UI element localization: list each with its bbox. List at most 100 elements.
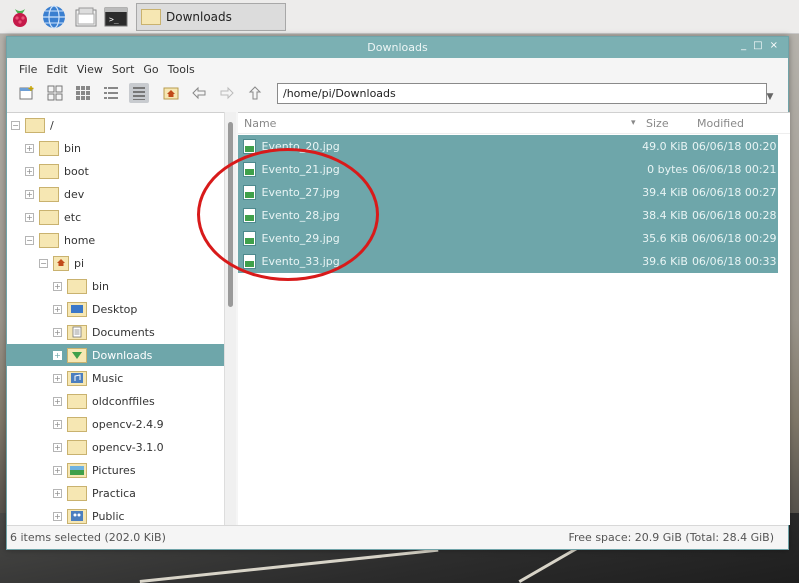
window-titlebar[interactable]: Downloads _ □ × bbox=[7, 37, 788, 58]
tree-item-opencv-249[interactable]: + opencv-2.4.9 bbox=[53, 413, 164, 435]
folder-icon bbox=[39, 232, 59, 248]
folder-icon[interactable] bbox=[74, 5, 98, 29]
menu-go[interactable]: Go bbox=[143, 63, 158, 76]
column-size[interactable]: Size bbox=[646, 117, 669, 130]
maximize-button[interactable]: □ bbox=[753, 40, 762, 51]
downloads-folder-icon bbox=[67, 347, 87, 363]
file-name: Evento_20.jpg bbox=[261, 140, 340, 153]
expand-icon[interactable]: + bbox=[25, 189, 34, 199]
up-button[interactable] bbox=[245, 83, 265, 103]
tree-item-home[interactable]: − home bbox=[25, 229, 95, 251]
tree-item-dev[interactable]: + dev bbox=[25, 183, 84, 205]
tree-item-downloads[interactable]: + Downloads bbox=[7, 344, 224, 366]
expand-icon[interactable]: + bbox=[53, 396, 62, 406]
menu-edit[interactable]: Edit bbox=[46, 63, 67, 76]
folder-icon bbox=[39, 163, 59, 179]
taskbar-task-downloads[interactable]: Downloads bbox=[136, 3, 286, 31]
file-list: Name ▾ Size Modified Evento_20.jpg 49.0 … bbox=[238, 112, 790, 525]
tree-item-documents[interactable]: + Documents bbox=[53, 321, 155, 343]
tree-item-root[interactable]: − / bbox=[11, 114, 54, 136]
menu-view[interactable]: View bbox=[77, 63, 103, 76]
file-row[interactable]: Evento_20.jpg 49.0 KiB 06/06/18 00:20 bbox=[238, 135, 778, 158]
chevron-down-icon[interactable]: ▼ bbox=[762, 89, 778, 105]
folder-icon bbox=[39, 186, 59, 202]
home-button[interactable] bbox=[161, 83, 181, 103]
tree-item-opencv-310[interactable]: + opencv-3.1.0 bbox=[53, 436, 164, 458]
sort-arrow-icon[interactable]: ▾ bbox=[631, 118, 636, 128]
column-name[interactable]: Name bbox=[244, 117, 276, 130]
menu-file[interactable]: File bbox=[19, 63, 37, 76]
path-input[interactable]: /home/pi/Downloads bbox=[277, 82, 767, 104]
compact-view-button[interactable] bbox=[101, 83, 121, 103]
expand-icon[interactable]: + bbox=[53, 442, 62, 452]
tree-scrollbar-thumb[interactable] bbox=[228, 122, 233, 307]
terminal-icon[interactable]: >_ bbox=[104, 5, 128, 29]
file-modified: 06/06/18 00:21 bbox=[691, 163, 777, 176]
folder-icon bbox=[25, 117, 45, 133]
folder-icon bbox=[141, 9, 161, 25]
menu-sort[interactable]: Sort bbox=[112, 63, 135, 76]
window-title: Downloads bbox=[367, 41, 428, 54]
expand-icon[interactable]: + bbox=[53, 304, 62, 314]
column-header-row: Name ▾ Size Modified bbox=[238, 113, 790, 134]
tree-item-pictures[interactable]: + Pictures bbox=[53, 459, 136, 481]
new-window-button[interactable] bbox=[17, 83, 37, 103]
tree-scrollbar[interactable] bbox=[224, 112, 236, 525]
globe-icon[interactable] bbox=[42, 5, 66, 29]
file-name: Evento_21.jpg bbox=[261, 163, 340, 176]
expand-icon[interactable]: + bbox=[25, 166, 34, 176]
task-label: Downloads bbox=[166, 10, 232, 24]
expand-icon[interactable]: + bbox=[53, 281, 62, 291]
expand-icon[interactable]: + bbox=[53, 465, 62, 475]
collapse-icon[interactable]: − bbox=[11, 120, 20, 130]
tree-item-pi[interactable]: − pi bbox=[39, 252, 84, 274]
tree-item-public[interactable]: + Public bbox=[53, 505, 125, 525]
expand-icon[interactable]: + bbox=[25, 143, 34, 153]
expand-icon[interactable]: + bbox=[53, 327, 62, 337]
back-button[interactable] bbox=[189, 83, 209, 103]
icon-view-button[interactable] bbox=[45, 83, 65, 103]
thumbnail-view-button[interactable] bbox=[73, 83, 93, 103]
tree-item-boot[interactable]: + boot bbox=[25, 160, 89, 182]
icon-view-icon bbox=[47, 85, 63, 101]
file-row[interactable]: Evento_29.jpg 35.6 KiB 06/06/18 00:29 bbox=[238, 227, 778, 250]
minimize-button[interactable]: _ bbox=[741, 40, 746, 51]
tree-item-practica[interactable]: + Practica bbox=[53, 482, 136, 504]
collapse-icon[interactable]: − bbox=[39, 258, 48, 268]
expand-icon[interactable]: + bbox=[53, 488, 62, 498]
detailed-list-view-button[interactable] bbox=[129, 83, 149, 103]
tree-item-etc[interactable]: + etc bbox=[25, 206, 81, 228]
column-modified[interactable]: Modified bbox=[697, 117, 744, 130]
expand-icon[interactable]: + bbox=[25, 212, 34, 222]
expand-icon[interactable]: + bbox=[53, 373, 62, 383]
file-modified: 06/06/18 00:20 bbox=[691, 140, 777, 153]
file-manager-window: Downloads _ □ × File Edit View Sort Go T… bbox=[6, 36, 790, 550]
tree-item-desktop[interactable]: + Desktop bbox=[53, 298, 137, 320]
tree-item-pi-bin[interactable]: + bin bbox=[53, 275, 109, 297]
documents-folder-icon bbox=[67, 324, 87, 340]
raspberry-icon[interactable] bbox=[8, 5, 32, 29]
forward-button[interactable] bbox=[217, 83, 237, 103]
file-row[interactable]: Evento_28.jpg 38.4 KiB 06/06/18 00:28 bbox=[238, 204, 778, 227]
tree-item-label: Downloads bbox=[92, 348, 153, 362]
tree-item-label: opencv-3.1.0 bbox=[92, 440, 164, 454]
free-space-status: Free space: 20.9 GiB (Total: 28.4 GiB) bbox=[568, 531, 774, 544]
expand-icon[interactable]: + bbox=[53, 350, 62, 360]
collapse-icon[interactable]: − bbox=[25, 235, 34, 245]
close-button[interactable]: × bbox=[770, 40, 778, 51]
tree-item-label: dev bbox=[64, 187, 85, 201]
file-row[interactable]: Evento_33.jpg 39.6 KiB 06/06/18 00:33 bbox=[238, 250, 778, 273]
desktop-folder-icon bbox=[67, 301, 87, 317]
tree-item-music[interactable]: + Music bbox=[53, 367, 123, 389]
tree-item-oldconffiles[interactable]: + oldconffiles bbox=[53, 390, 155, 412]
tree-item-bin[interactable]: + bin bbox=[25, 137, 81, 159]
tree-item-label: Desktop bbox=[92, 302, 138, 316]
file-row[interactable]: Evento_27.jpg 39.4 KiB 06/06/18 00:27 bbox=[238, 181, 778, 204]
expand-icon[interactable]: + bbox=[53, 511, 62, 521]
menu-tools[interactable]: Tools bbox=[168, 63, 195, 76]
file-row[interactable]: Evento_21.jpg 0 bytes 06/06/18 00:21 bbox=[238, 158, 778, 181]
image-file-icon bbox=[243, 231, 256, 246]
folder-icon bbox=[67, 278, 87, 294]
expand-icon[interactable]: + bbox=[53, 419, 62, 429]
selection-status: 6 items selected (202.0 KiB) bbox=[10, 531, 166, 544]
